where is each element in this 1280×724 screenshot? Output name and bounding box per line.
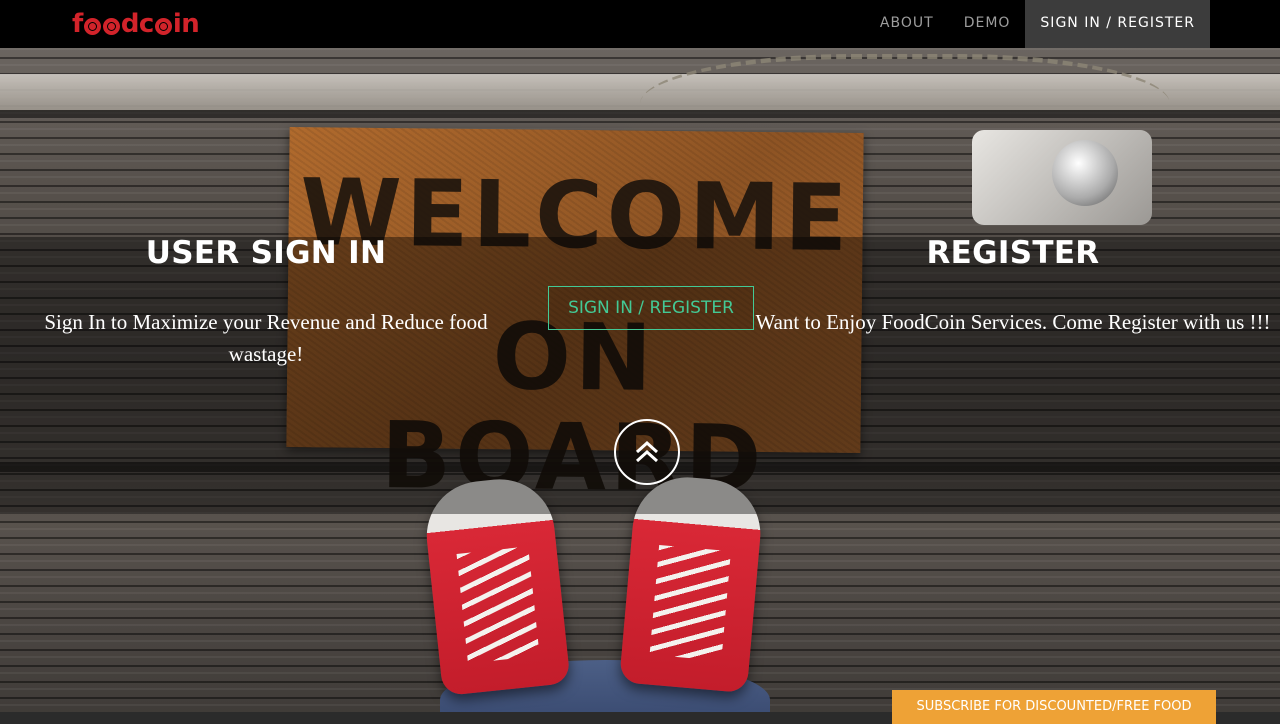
double-chevron-up-icon bbox=[635, 440, 659, 463]
cleat bbox=[972, 130, 1152, 225]
brand-logo-text-3: in bbox=[172, 9, 200, 39]
burger-icon bbox=[83, 17, 101, 35]
scroll-up-button[interactable] bbox=[614, 419, 680, 485]
register-title: REGISTER bbox=[926, 235, 1100, 271]
coin-icon bbox=[102, 17, 120, 35]
page: f dc in ABOUT DEMO SIGN IN / REGISTER WE… bbox=[0, 0, 1280, 724]
brand-logo-text-1: f bbox=[72, 9, 83, 39]
nav-link-about[interactable]: ABOUT bbox=[865, 0, 949, 48]
nav-links: ABOUT DEMO SIGN IN / REGISTER bbox=[865, 0, 1210, 48]
sign-in-description: Sign In to Maximize your Revenue and Red… bbox=[44, 310, 488, 366]
subscribe-button[interactable]: SUBSCRIBE FOR DISCOUNTED/FREE FOOD bbox=[892, 690, 1216, 724]
nav-link-sign-in-register[interactable]: SIGN IN / REGISTER bbox=[1025, 0, 1210, 48]
coin-icon bbox=[154, 17, 172, 35]
sign-in-register-button[interactable]: SIGN IN / REGISTER bbox=[548, 286, 754, 330]
nav-link-demo[interactable]: DEMO bbox=[949, 0, 1026, 48]
brand-logo[interactable]: f dc in bbox=[72, 8, 200, 40]
navbar: f dc in ABOUT DEMO SIGN IN / REGISTER bbox=[0, 0, 1280, 48]
brand-logo-text-2: dc bbox=[120, 9, 155, 39]
register-description: Want to Enjoy FoodCoin Services. Come Re… bbox=[755, 310, 1271, 334]
sign-in-title: USER SIGN IN bbox=[145, 235, 387, 271]
